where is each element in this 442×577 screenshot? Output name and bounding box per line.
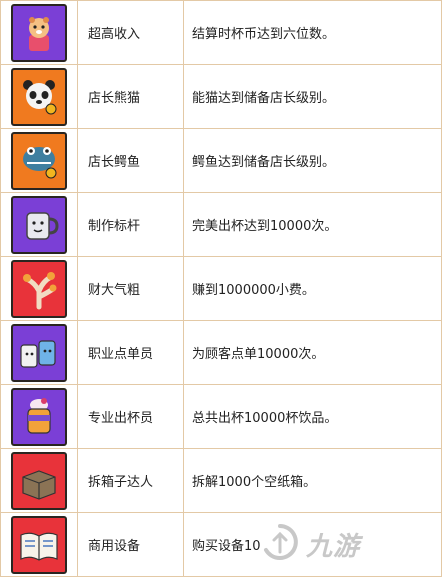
achievement-desc: 赚到1000000小费。 bbox=[184, 257, 442, 320]
table-row: 店长熊猫 能猫达到储备店长级别。 bbox=[0, 65, 442, 129]
mug-icon bbox=[11, 195, 67, 254]
achievement-name: 拆箱子达人 bbox=[78, 449, 184, 512]
box-icon bbox=[11, 451, 67, 510]
achievement-name: 店长鳄鱼 bbox=[78, 129, 184, 192]
achievement-name: 商用设备 bbox=[78, 513, 184, 576]
panda-icon bbox=[11, 67, 67, 126]
book-icon bbox=[11, 515, 67, 574]
coral-icon bbox=[11, 259, 67, 318]
table-row: 商用设备 购买设备10 bbox=[0, 513, 442, 577]
achievement-desc: 完美出杯达到10000次。 bbox=[184, 193, 442, 256]
achievement-name: 财大气粗 bbox=[78, 257, 184, 320]
table-row: 超高收入 结算时杯币达到六位数。 bbox=[0, 1, 442, 65]
achievement-desc: 总共出杯10000杯饮品。 bbox=[184, 385, 442, 448]
achievement-name: 制作标杆 bbox=[78, 193, 184, 256]
table-row: 职业点单员 为顾客点单10000次。 bbox=[0, 321, 442, 385]
cups-icon bbox=[11, 323, 67, 382]
achievement-desc: 为顾客点单10000次。 bbox=[184, 321, 442, 384]
table-row: 专业出杯员 总共出杯10000杯饮品。 bbox=[0, 385, 442, 449]
table-row: 拆箱子达人 拆解1000个空纸箱。 bbox=[0, 449, 442, 513]
achievement-table: 超高收入 结算时杯币达到六位数。 店长熊猫 能猫达到储备店长级别。 店长鳄鱼 鳄… bbox=[0, 0, 442, 577]
table-row: 店长鳄鱼 鳄鱼达到储备店长级别。 bbox=[0, 129, 442, 193]
achievement-desc: 鳄鱼达到储备店长级别。 bbox=[184, 129, 442, 192]
achievement-name: 超高收入 bbox=[78, 1, 184, 64]
achievement-desc: 能猫达到储备店长级别。 bbox=[184, 65, 442, 128]
achievement-desc: 结算时杯币达到六位数。 bbox=[184, 1, 442, 64]
achievement-name: 专业出杯员 bbox=[78, 385, 184, 448]
hamster-cup-icon bbox=[11, 3, 67, 62]
achievement-desc: 拆解1000个空纸箱。 bbox=[184, 449, 442, 512]
achievement-name: 店长熊猫 bbox=[78, 65, 184, 128]
achievement-desc: 购买设备10 bbox=[184, 513, 442, 576]
crocodile-icon bbox=[11, 131, 67, 190]
table-row: 制作标杆 完美出杯达到10000次。 bbox=[0, 193, 442, 257]
drink-jar-icon bbox=[11, 387, 67, 446]
table-row: 财大气粗 赚到1000000小费。 bbox=[0, 257, 442, 321]
achievement-name: 职业点单员 bbox=[78, 321, 184, 384]
